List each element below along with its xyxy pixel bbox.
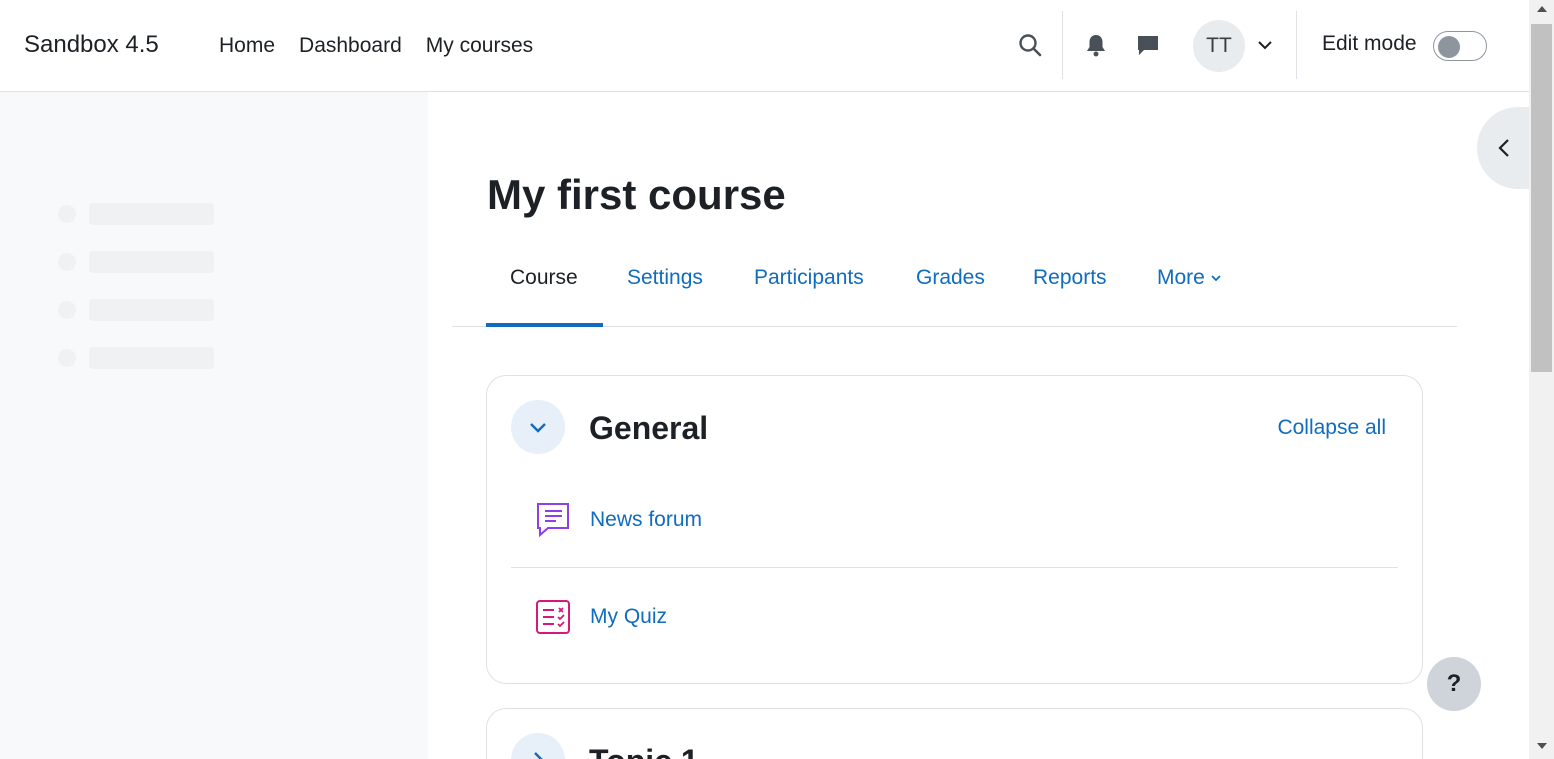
activity-link-news-forum[interactable]: News forum — [590, 508, 702, 532]
scroll-down-arrow-icon[interactable] — [1537, 743, 1547, 749]
toggle-knob — [1438, 36, 1460, 58]
page-scrollbar[interactable] — [1529, 0, 1554, 759]
course-section-topic-1: Topic 1 — [486, 708, 1423, 759]
user-avatar[interactable]: TT — [1193, 20, 1245, 72]
forum-icon — [534, 501, 572, 539]
tab-grades[interactable]: Grades — [916, 266, 985, 290]
nav-my-courses-link[interactable]: My courses — [426, 34, 533, 58]
nav-dashboard-link[interactable]: Dashboard — [299, 34, 402, 58]
skeleton-row — [58, 347, 214, 369]
tab-more[interactable]: More — [1157, 266, 1223, 290]
section-title: Topic 1 — [589, 743, 699, 759]
section-expand-toggle[interactable] — [511, 733, 565, 759]
course-index-drawer — [0, 92, 428, 759]
messages-icon[interactable] — [1135, 31, 1161, 59]
top-navbar: Sandbox 4.5 Home Dashboard My courses TT… — [0, 0, 1529, 92]
activity-item: News forum — [511, 472, 1398, 568]
course-section-general: General Collapse all News forum My Quiz — [486, 375, 1423, 684]
site-name[interactable]: Sandbox 4.5 — [24, 31, 159, 59]
skeleton-row — [58, 203, 214, 225]
tab-course[interactable]: Course — [510, 266, 578, 290]
chevron-down-icon[interactable] — [1256, 36, 1274, 54]
tab-settings[interactable]: Settings — [627, 266, 703, 290]
collapse-all-link[interactable]: Collapse all — [1277, 416, 1386, 440]
chevron-right-icon — [534, 752, 543, 759]
secondary-navigation: Course Settings Participants Grades Repo… — [452, 240, 1457, 327]
section-title: General — [589, 410, 709, 446]
quiz-icon — [534, 598, 572, 636]
skeleton-row — [58, 251, 214, 273]
scrollbar-thumb[interactable] — [1531, 24, 1552, 372]
search-icon[interactable] — [1015, 30, 1045, 60]
help-button[interactable]: ? — [1427, 657, 1481, 711]
active-tab-indicator — [486, 323, 603, 327]
edit-mode-label: Edit mode — [1322, 32, 1417, 55]
primary-navigation: Home Dashboard My courses — [207, 0, 545, 92]
open-block-drawer-button[interactable] — [1477, 107, 1537, 189]
activity-item: My Quiz — [511, 569, 1398, 665]
page-title: My first course — [487, 171, 786, 218]
chevron-down-icon — [1211, 275, 1221, 282]
chevron-down-icon — [530, 423, 546, 433]
section-collapse-toggle[interactable] — [511, 400, 565, 454]
scroll-up-arrow-icon[interactable] — [1537, 6, 1547, 12]
edit-mode-toggle[interactable] — [1433, 31, 1487, 61]
nav-home-link[interactable]: Home — [219, 34, 275, 58]
tab-participants[interactable]: Participants — [754, 266, 864, 290]
tab-reports[interactable]: Reports — [1033, 266, 1107, 290]
navbar-divider — [1062, 11, 1063, 79]
skeleton-row — [58, 299, 214, 321]
activity-link-my-quiz[interactable]: My Quiz — [590, 605, 667, 629]
tab-more-label: More — [1157, 266, 1205, 289]
notifications-bell-icon[interactable] — [1083, 31, 1109, 59]
navbar-divider — [1296, 11, 1297, 79]
chevron-left-icon — [1498, 139, 1509, 157]
